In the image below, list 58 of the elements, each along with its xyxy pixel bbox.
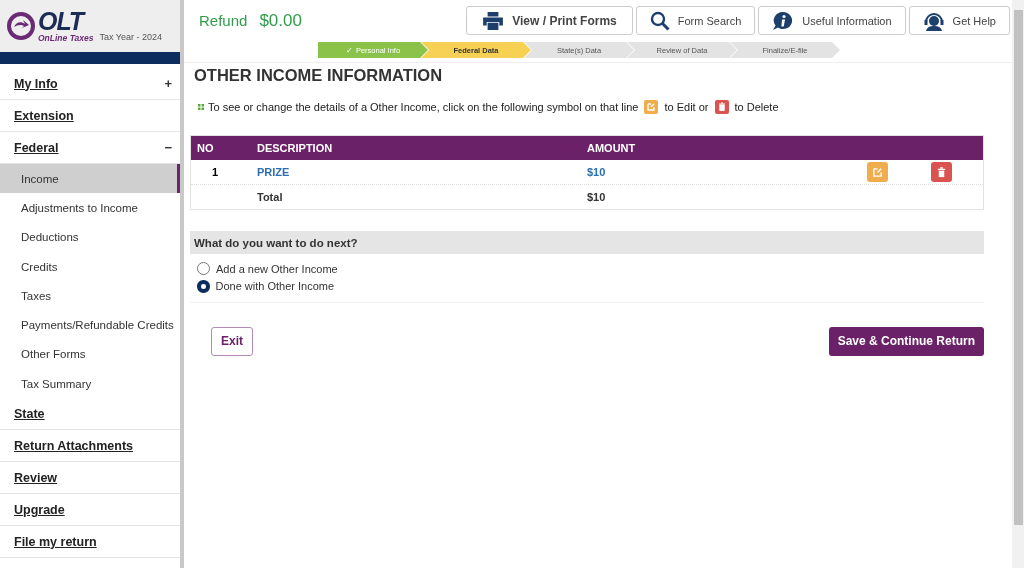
save-continue-button[interactable]: Save & Continue Return	[828, 326, 984, 356]
page-title: OTHER INCOME INFORMATION	[194, 66, 444, 85]
sidebar-item[interactable]: Tax Summary	[0, 369, 180, 399]
question-text: What do you want to do next?	[194, 236, 358, 249]
support-agent-icon	[922, 10, 945, 31]
sidebar-section[interactable]: State	[14, 406, 45, 421]
scrollbar-thumb[interactable]	[1013, 10, 1023, 525]
sidebar-item[interactable]: Income	[0, 164, 180, 194]
option-label[interactable]: Add a new Other Income	[216, 262, 338, 275]
instruction-text: to Delete	[734, 101, 779, 113]
description-link[interactable]: PRIZE	[257, 166, 587, 178]
refund-amount: $0.00	[259, 10, 302, 31]
delete-button[interactable]	[931, 162, 952, 182]
sidebar-section[interactable]: File my return	[14, 534, 97, 549]
expand-toggle[interactable]: −	[164, 140, 172, 155]
table-cell-text: 1	[210, 166, 220, 178]
tax-year-label: Tax Year - 2024	[99, 32, 162, 42]
sidebar-item[interactable]: Payments/Refundable Credits	[0, 310, 180, 340]
amount-link[interactable]: $10	[587, 166, 867, 178]
logo-wordmark: OLT	[38, 9, 86, 35]
sidebar-section[interactable]: Return Attachments	[14, 438, 133, 453]
sidebar-item[interactable]: Other Forms	[0, 339, 180, 370]
logo-icon	[6, 11, 36, 41]
toolbar-button[interactable]: Get Help	[908, 6, 1010, 35]
radio-button[interactable]	[197, 280, 210, 293]
instruction-text: to Edit or	[664, 101, 709, 113]
sidebar-item[interactable]: Credits	[0, 251, 180, 282]
instruction-text: To see or change the details of a Other Income, click on the following symbol on that line	[208, 101, 639, 113]
total-label: Total	[257, 191, 284, 203]
refund-label: Refund	[199, 11, 248, 29]
edit-icon	[644, 100, 659, 114]
sidebar-item[interactable]: Deductions	[0, 222, 180, 252]
toolbar-button[interactable]: View / Print Forms	[466, 6, 633, 35]
exit-button[interactable]: Exit	[211, 326, 253, 356]
trash-icon	[936, 166, 947, 178]
edit-icon	[872, 166, 883, 178]
sidebar-section[interactable]: Extension	[14, 108, 74, 123]
sidebar-section[interactable]: Upgrade	[14, 502, 65, 517]
column-header: DESCRIPTION	[257, 142, 334, 154]
info-icon	[772, 10, 795, 31]
bullet-icon	[198, 104, 204, 110]
sidebar-item[interactable]: Taxes	[0, 281, 180, 311]
sidebar-section[interactable]: Federal	[14, 140, 59, 155]
sidebar-item[interactable]: Adjustments to Income	[0, 193, 180, 223]
printer-icon	[482, 11, 505, 30]
toolbar-button[interactable]: Useful Information	[758, 6, 906, 35]
trash-icon	[714, 100, 729, 114]
column-header: AMOUNT	[587, 142, 637, 154]
option-label[interactable]: Done with Other Income	[215, 280, 335, 293]
scrollbar[interactable]	[1012, 0, 1024, 568]
logo-tagline: OnLine Taxes	[38, 34, 94, 43]
toolbar-button[interactable]: Form Search	[635, 6, 756, 35]
search-icon	[649, 10, 670, 31]
expand-toggle[interactable]: +	[164, 76, 172, 91]
sidebar-section[interactable]: Review	[14, 470, 58, 485]
total-amount: $10	[587, 191, 607, 203]
sidebar-section[interactable]: My Info	[14, 76, 58, 91]
column-header: NO	[196, 142, 215, 154]
